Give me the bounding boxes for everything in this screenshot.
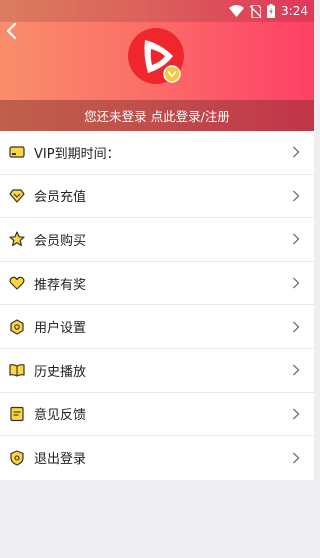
- status-icons: 3:24: [229, 3, 308, 19]
- document-icon: [10, 406, 24, 421]
- chevron-right-icon: [293, 364, 300, 376]
- menu-item-member-purchase[interactable]: 会员购买: [0, 218, 314, 262]
- menu-item-referral-reward[interactable]: 推荐有奖: [0, 262, 314, 306]
- menu-item-label: 会员充值: [34, 190, 87, 206]
- chevron-right-icon: [293, 408, 300, 420]
- status-bar: 3:24: [0, 0, 314, 22]
- shield-icon: [10, 450, 24, 466]
- menu-item-logout[interactable]: 退出登录: [0, 436, 314, 480]
- book-icon: [9, 364, 25, 377]
- hexagon-icon: [10, 319, 24, 335]
- chevron-right-icon: [293, 277, 300, 289]
- menu-item-label: 退出登录: [34, 452, 87, 468]
- chevron-right-icon: [293, 190, 300, 202]
- menu-item-label: 会员购买: [34, 233, 87, 249]
- app-logo-icon: [128, 28, 184, 84]
- chevron-right-icon: [293, 452, 300, 464]
- back-arrow-icon[interactable]: [4, 20, 20, 42]
- no-sim-icon: [250, 4, 262, 18]
- login-prompt-text[interactable]: 您还未登录 点此登录/注册: [84, 106, 230, 125]
- vip-card-icon: [9, 146, 25, 158]
- profile-header: 3:24 您还未登录 点此登录/注册: [0, 0, 314, 131]
- login-register-link[interactable]: 您还未登录 点此登录/注册: [0, 100, 314, 131]
- heart-icon: [9, 276, 25, 290]
- chevron-right-icon: [293, 146, 300, 158]
- star-icon: [9, 231, 25, 247]
- diamond-icon: [9, 189, 25, 203]
- menu-item-label: 推荐有奖: [34, 277, 87, 293]
- menu-item-play-history[interactable]: 历史播放: [0, 349, 314, 393]
- menu-item-label: 意见反馈: [34, 408, 87, 424]
- menu-item-label: 用户设置: [34, 321, 87, 337]
- battery-icon: [267, 4, 276, 18]
- menu-item-label: VIP到期时间：: [34, 146, 120, 162]
- menu-item-feedback[interactable]: 意见反馈: [0, 393, 314, 437]
- wifi-icon: [229, 5, 245, 17]
- chevron-right-icon: [293, 321, 300, 333]
- status-time: 3:24: [281, 4, 308, 18]
- menu-item-label: 历史播放: [34, 364, 87, 380]
- menu-item-member-recharge[interactable]: 会员充值: [0, 175, 314, 219]
- chevron-right-icon: [293, 233, 300, 245]
- menu-item-vip-expiry[interactable]: VIP到期时间：: [0, 131, 314, 175]
- menu-list: VIP到期时间： 会员充值 会员购买 推荐有奖 用户设置 历史播放 意见反馈 退…: [0, 131, 314, 480]
- menu-item-user-settings[interactable]: 用户设置: [0, 305, 314, 349]
